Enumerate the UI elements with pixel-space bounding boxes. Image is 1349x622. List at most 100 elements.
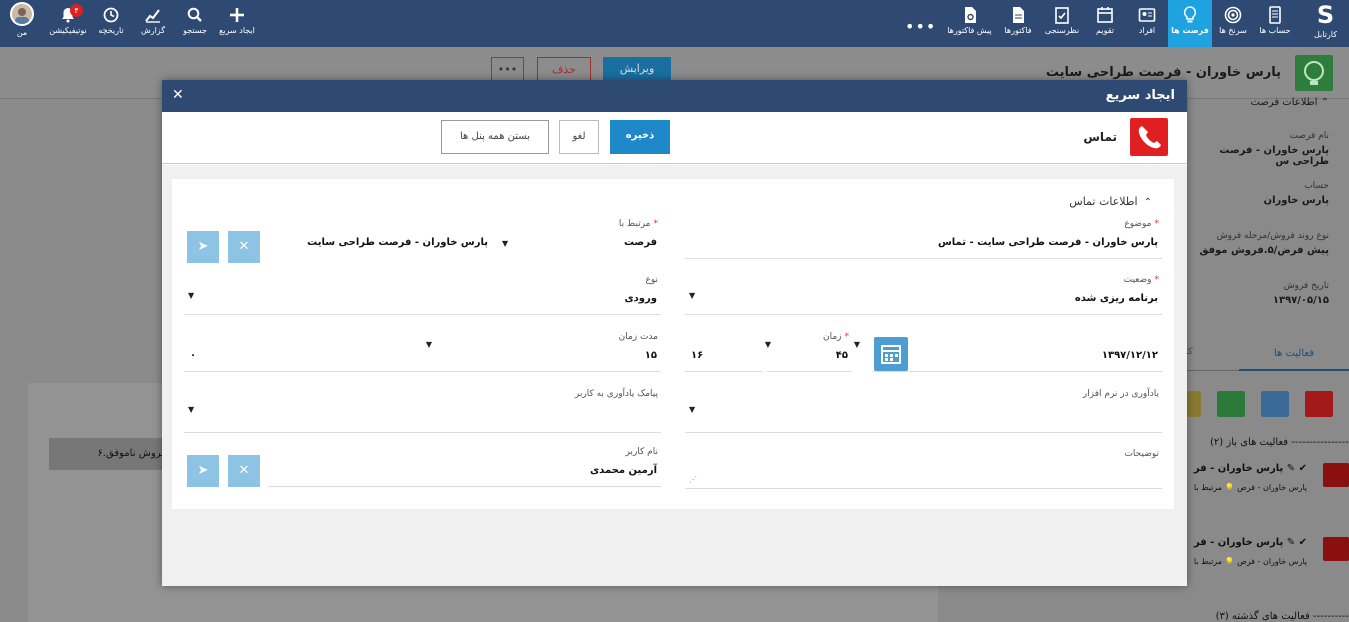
calendar-button[interactable] — [874, 337, 908, 371]
search-icon — [187, 7, 202, 22]
nav-survey[interactable]: نظرسنجی — [1040, 0, 1084, 47]
close-all-panels-button[interactable]: بستن همه پنل ها — [441, 120, 549, 154]
field-account: حساب پارس خاوران — [1263, 181, 1329, 206]
phone-icon — [1323, 537, 1349, 561]
required-mark: * — [1154, 275, 1160, 285]
avatar — [10, 2, 34, 26]
duration-hours-select[interactable]: ۰ ▼ — [184, 332, 432, 372]
logo-icon: S — [1316, 1, 1335, 29]
chart-icon — [145, 9, 160, 23]
modal-body: اطلاعات تماس ⌃ موضوع * پارس خاوران - فرصت … — [162, 165, 1187, 586]
new-meeting-icon[interactable] — [1261, 391, 1289, 417]
bulb-icon: 💡 — [1224, 557, 1235, 566]
device-icon — [1269, 6, 1281, 24]
hour-select[interactable]: ۱۶ ▼ — [685, 332, 771, 372]
subject-field[interactable]: موضوع * پارس خاوران - فرصت طراحی سایت - ت… — [685, 219, 1162, 259]
entity-label: تماس — [1083, 130, 1117, 144]
nav-quick-create[interactable]: ایجاد سریع — [216, 0, 258, 47]
new-note-icon[interactable] — [1187, 391, 1201, 417]
chevron-down-icon: ▼ — [502, 239, 509, 248]
quick-create-modal: ایجاد سریع ✕ تماس ذخیره لغو بستن همه پنل… — [162, 80, 1187, 586]
chevron-down-icon: ▼ — [188, 291, 195, 300]
dashboard-logo[interactable]: S کارتابل — [1302, 0, 1349, 47]
required-mark: * — [1154, 219, 1160, 229]
preinvoice-icon — [964, 7, 976, 23]
chevron-down-icon: ▼ — [764, 340, 771, 349]
software-reminder-select[interactable]: یادآوری در نرم افزار ▼ — [685, 389, 1162, 433]
description-textarea[interactable]: توضیحات ⋰ — [685, 449, 1162, 489]
minute-select[interactable]: ۴۵ ▼ — [767, 332, 860, 372]
nav-preinvoices[interactable]: پیش فاکتورها — [943, 0, 996, 47]
field-sales-stage: نوع روند فروش/مرحله فروش پیش فرض/۵.فروش … — [1199, 231, 1329, 256]
lightbulb-icon — [1183, 6, 1197, 23]
select-user-button[interactable]: ➤ — [187, 455, 219, 487]
new-call-icon[interactable] — [1305, 391, 1333, 417]
nav-notifications[interactable]: ۴ نوتیفیکیشن — [46, 0, 90, 47]
nav-search[interactable]: جستجو — [174, 0, 216, 47]
bulb-icon: 💡 — [1224, 483, 1235, 492]
cancel-button[interactable]: لغو — [559, 120, 599, 154]
clear-user-button[interactable]: ✕ — [228, 455, 260, 487]
username-input[interactable]: نام کاربر آرمین محمدی — [268, 447, 661, 487]
required-mark: * — [653, 219, 659, 229]
sms-reminder-select[interactable]: پیامک یادآوری به کاربر ▼ — [184, 389, 661, 433]
calendar-icon — [1097, 7, 1113, 23]
close-icon[interactable]: ✕ — [172, 87, 184, 103]
modal-toolbar: تماس ذخیره لغو بستن همه پنل ها — [162, 112, 1187, 164]
nav-more-button[interactable]: ••• — [905, 17, 936, 36]
logo-label: کارتابل — [1313, 30, 1338, 39]
record-title: پارس خاوران - فرصت طراحی سایت — [1045, 65, 1281, 80]
activity-tabs: فعالیت ها کام — [1160, 337, 1349, 371]
edit-icon[interactable]: ✎ — [1287, 537, 1295, 548]
nav-leads[interactable]: سرنخ ها — [1212, 0, 1254, 47]
nav-accounts[interactable]: حساب ها — [1254, 0, 1296, 47]
related-record-input[interactable]: پارس خاوران - فرصت طراحی سایت — [268, 237, 492, 259]
resize-handle-icon[interactable]: ⋰ — [689, 475, 697, 484]
check-icon[interactable]: ✔ — [1299, 537, 1307, 548]
select-related-button[interactable]: ➤ — [187, 231, 219, 263]
notification-badge: ۴ — [70, 4, 83, 17]
save-button[interactable]: ذخیره — [610, 120, 670, 154]
contact-info-panel: اطلاعات تماس ⌃ موضوع * پارس خاوران - فرصت … — [172, 179, 1174, 509]
type-select[interactable]: نوع ورودی ▼ — [184, 275, 661, 315]
new-task-icon[interactable] — [1217, 391, 1245, 417]
field-opportunity-name: نام فرصت پارس خاوران - فرصت طراحی س — [1219, 131, 1329, 167]
phone-icon — [1323, 463, 1349, 487]
nav-me[interactable]: من — [2, 0, 42, 47]
past-activities-header: فعالیت های گذشته (۳) ---------- — [1215, 611, 1349, 622]
close-icon: ✕ — [238, 463, 250, 478]
nav-invoices[interactable]: فاکتورها — [996, 0, 1040, 47]
nav-opportunities[interactable]: فرصت ها — [1168, 0, 1212, 47]
duration-minutes-input[interactable]: ۱۵ — [434, 332, 661, 372]
plus-icon — [230, 8, 244, 22]
calendar-icon — [881, 345, 901, 364]
opportunity-section-title[interactable]: اطلاعات فرصت ⌃ — [1251, 97, 1330, 108]
chevron-down-icon: ▼ — [188, 405, 195, 414]
panel-header[interactable]: اطلاعات تماس ⌃ — [1069, 195, 1152, 208]
status-select[interactable]: وضعیت * برنامه ریزی شده ▼ — [685, 275, 1162, 315]
chevron-down-icon: ▼ — [853, 340, 860, 349]
tab-activities[interactable]: فعالیت ها — [1239, 337, 1349, 371]
phone-icon — [1130, 118, 1168, 156]
edit-icon[interactable]: ✎ — [1287, 463, 1295, 474]
cursor-icon: ➤ — [197, 463, 209, 478]
chevron-down-icon: ▼ — [689, 291, 696, 300]
date-input[interactable]: ۱۳۹۷/۱۲/۱۲ — [872, 332, 1162, 372]
nav-history[interactable]: تاریخچه — [90, 0, 132, 47]
subject-input[interactable]: پارس خاوران - فرصت طراحی سایت - تماس — [938, 237, 1158, 248]
contact-card-icon — [1138, 8, 1156, 22]
nav-report[interactable]: گزارش — [132, 0, 174, 47]
open-activities-header: فعالیت های باز (۲) ---------------- — [1210, 437, 1349, 448]
check-icon[interactable]: ✔ — [1299, 463, 1307, 474]
related-type-select[interactable]: فرصت ▼ — [498, 237, 661, 259]
chevron-up-icon: ⌃ — [1320, 97, 1329, 108]
nav-people[interactable]: افراد — [1126, 0, 1168, 47]
chevron-down-icon: ▼ — [689, 405, 696, 414]
cursor-icon: ➤ — [197, 239, 209, 254]
modal-header: ایجاد سریع ✕ — [162, 80, 1187, 112]
clear-related-button[interactable]: ✕ — [228, 231, 260, 263]
checklist-icon — [1055, 7, 1069, 24]
chevron-up-icon: ⌃ — [1143, 197, 1152, 208]
nav-calendar[interactable]: تقویم — [1084, 0, 1126, 47]
top-navbar: S کارتابل حساب ها سرنخ ها فرصت ها افراد … — [0, 0, 1349, 47]
